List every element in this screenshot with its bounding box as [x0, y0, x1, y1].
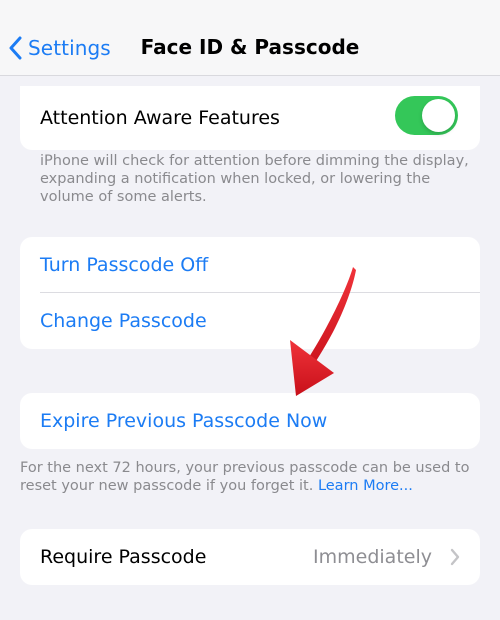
- attention-card: Attention Aware Features: [20, 86, 480, 150]
- expire-previous-passcode-label: Expire Previous Passcode Now: [40, 410, 328, 432]
- turn-passcode-off-button[interactable]: Turn Passcode Off: [20, 237, 480, 293]
- navigation-bar: Settings Face ID & Passcode: [0, 0, 500, 76]
- attention-footer: iPhone will check for attention before d…: [40, 153, 469, 205]
- toggle-knob: [422, 99, 455, 132]
- require-card: Require Passcode Immediately: [20, 529, 480, 585]
- require-passcode-label: Require Passcode: [40, 546, 207, 568]
- attention-aware-toggle[interactable]: [395, 96, 458, 135]
- change-passcode-button[interactable]: Change Passcode: [20, 293, 480, 349]
- expire-previous-passcode-button[interactable]: Expire Previous Passcode Now: [20, 393, 480, 449]
- expire-card: Expire Previous Passcode Now: [20, 393, 480, 449]
- page-title: Face ID & Passcode: [0, 35, 500, 59]
- expire-footer: For the next 72 hours, your previous pas…: [20, 459, 480, 495]
- require-passcode-row[interactable]: Require Passcode Immediately: [20, 529, 480, 585]
- change-passcode-label: Change Passcode: [40, 310, 207, 332]
- passcode-card: Turn Passcode Off Change Passcode: [20, 237, 480, 349]
- learn-more-link[interactable]: Learn More...: [318, 478, 413, 494]
- require-passcode-value: Immediately: [313, 546, 432, 568]
- turn-passcode-off-label: Turn Passcode Off: [40, 254, 209, 276]
- chevron-right-icon: [450, 548, 460, 566]
- page-title-text: Face ID & Passcode: [140, 35, 360, 59]
- attention-aware-row: Attention Aware Features: [20, 86, 480, 150]
- attention-aware-label: Attention Aware Features: [40, 107, 280, 129]
